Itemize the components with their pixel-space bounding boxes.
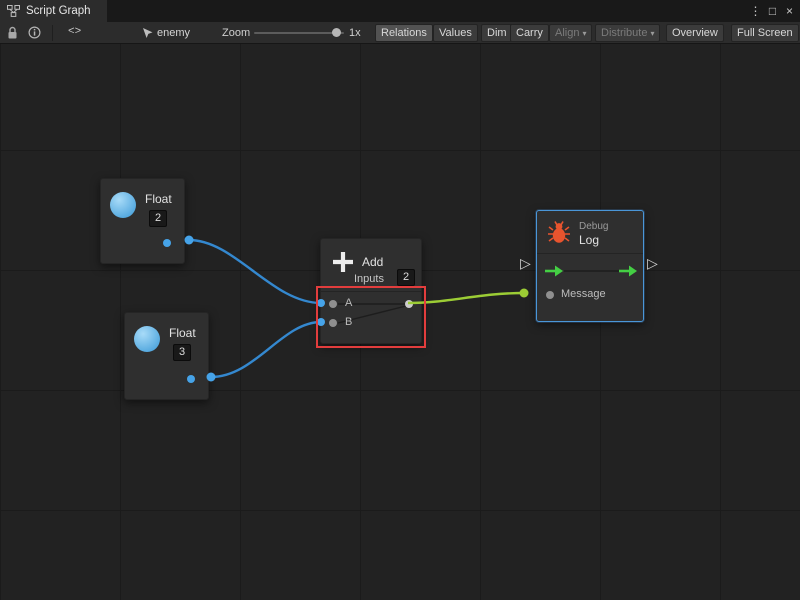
wire-float2-to-a	[189, 240, 321, 303]
float-node-b[interactable]: Float 3	[124, 312, 209, 400]
flow-out-triangle-icon[interactable]: ▷	[647, 256, 658, 270]
script-graph-icon	[7, 5, 20, 17]
zoom-label: Zoom	[222, 27, 250, 39]
zoom-slider-handle[interactable]	[332, 28, 341, 37]
node-title: Float	[145, 192, 172, 206]
values-button[interactable]: Values	[433, 24, 478, 42]
message-input-port[interactable]	[546, 291, 554, 299]
zoom-slider-track[interactable]	[254, 32, 344, 34]
add-node[interactable]: Add Inputs 2 A B	[320, 238, 422, 344]
float-output-port[interactable]	[163, 239, 171, 247]
zoom-value: 1x	[349, 27, 361, 39]
port-a-label: A	[345, 297, 352, 309]
float-dial-icon	[110, 192, 136, 218]
node-title: Log	[579, 233, 599, 247]
wire-float3-to-b	[211, 322, 321, 377]
graph-toolbar: <> enemy Zoom 1x Relations Values Dim Ca…	[0, 22, 800, 44]
float-value-field[interactable]: 3	[173, 344, 191, 361]
float-node-a[interactable]: Float 2	[100, 178, 185, 264]
wire-endpoint-dot	[185, 236, 194, 245]
node-category: Debug	[579, 221, 608, 232]
carry-button[interactable]: Carry	[510, 24, 549, 42]
full-screen-button[interactable]: Full Screen	[731, 24, 799, 42]
code-view-icon[interactable]: <>	[68, 26, 81, 38]
info-icon[interactable]	[28, 26, 41, 39]
titlebar: Script Graph ⋮ □ ×	[0, 0, 800, 22]
ports-divider	[321, 291, 421, 292]
align-dropdown[interactable]: Align▾	[549, 24, 592, 42]
input-port-b[interactable]	[329, 319, 337, 327]
node-title: Add	[362, 255, 383, 269]
tab-title: Script Graph	[26, 5, 91, 17]
lock-icon[interactable]	[7, 26, 18, 40]
bug-icon	[547, 220, 571, 246]
input-port-a[interactable]	[329, 300, 337, 308]
ports-divider	[537, 253, 643, 254]
graph-canvas[interactable]: Float 2 Float 3 Add Inputs 2 A B	[0, 44, 800, 600]
float-dial-icon	[134, 326, 160, 352]
float-output-port[interactable]	[187, 375, 195, 383]
dim-button[interactable]: Dim	[481, 24, 513, 42]
float-value-field[interactable]: 2	[149, 210, 167, 227]
wire-add-to-debug	[408, 293, 524, 303]
graph-name-label[interactable]: enemy	[157, 27, 190, 39]
graph-pointer-icon	[142, 27, 153, 39]
tab-script-graph[interactable]: Script Graph	[0, 0, 107, 22]
inputs-label: Inputs	[354, 273, 384, 285]
chevron-down-icon: ▾	[582, 29, 586, 38]
message-port-label: Message	[561, 288, 606, 300]
toolbar-divider	[52, 25, 53, 41]
node-title: Float	[169, 326, 196, 340]
relations-button[interactable]: Relations	[375, 24, 433, 42]
window-controls: ⋮ □ ×	[747, 0, 798, 22]
sum-output-port[interactable]	[405, 300, 413, 308]
maximize-button[interactable]: □	[764, 0, 781, 22]
chevron-down-icon: ▾	[650, 29, 654, 38]
distribute-dropdown[interactable]: Distribute▾	[595, 24, 660, 42]
close-button[interactable]: ×	[781, 0, 798, 22]
flow-in-triangle-icon[interactable]: ▷	[520, 256, 531, 270]
flow-output-arrow-icon[interactable]	[619, 265, 637, 277]
debug-log-node[interactable]: Debug Log Message	[536, 210, 644, 322]
overview-button[interactable]: Overview	[666, 24, 724, 42]
port-b-label: B	[345, 316, 352, 328]
window-menu-button[interactable]: ⋮	[747, 0, 764, 22]
unity-visual-scripting-window: Script Graph ⋮ □ × <> enemy Zoom 1x Rela…	[0, 0, 800, 600]
flow-input-arrow-icon[interactable]	[545, 265, 563, 277]
inputs-count-field[interactable]: 2	[397, 269, 415, 286]
wire-endpoint-dot	[520, 289, 529, 298]
plus-icon	[330, 249, 356, 275]
